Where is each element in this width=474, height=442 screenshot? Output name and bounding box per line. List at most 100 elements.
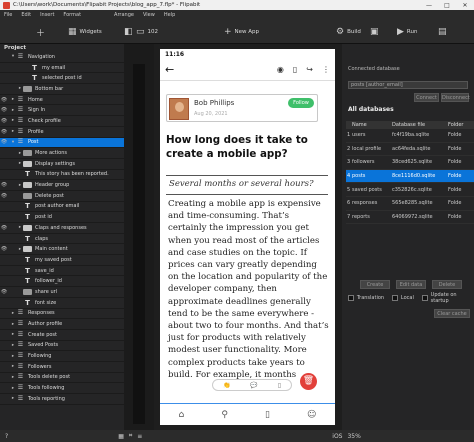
visibility-icon[interactable]: 👁: [0, 118, 8, 124]
tree-item[interactable]: ▸ More actions: [0, 148, 124, 159]
more-icon[interactable]: ⋮: [322, 65, 330, 74]
panels-button[interactable]: ▤: [438, 24, 450, 40]
tree-item[interactable]: ▸ Display settings: [0, 159, 124, 170]
layout-toggle-button[interactable]: ◧: [124, 24, 136, 40]
comment-icon[interactable]: 💬: [250, 382, 257, 389]
snap-icon[interactable]: ⌗: [129, 432, 132, 440]
tree-item[interactable]: 👁 ▸ Header group: [0, 180, 124, 191]
menu-file[interactable]: File: [4, 12, 12, 18]
bookmark-small-icon[interactable]: ▯: [278, 382, 281, 389]
play-icon[interactable]: ◉: [277, 65, 284, 74]
tree-item[interactable]: Tpost author email: [0, 202, 124, 213]
table-row[interactable]: 3 followers 38ced625.sqlite Folde: [346, 156, 474, 170]
author-name[interactable]: Bob Phillips: [194, 99, 234, 107]
menu-format[interactable]: Format: [63, 12, 81, 18]
tree-item[interactable]: 👁 ▸ Main content: [0, 244, 124, 256]
visibility-icon[interactable]: 👁: [0, 289, 8, 295]
tree-item[interactable]: ▸ Bottom bar: [0, 84, 124, 95]
tree-item[interactable]: ▸ ☰ Responses: [0, 309, 124, 320]
table-row[interactable]: 2 local profile ac64feda.sqlite Folde: [346, 143, 474, 157]
close-button[interactable]: ✕: [456, 2, 474, 9]
zoom-value[interactable]: 35%: [347, 433, 360, 440]
run-button[interactable]: ▶ Run: [397, 24, 417, 40]
local-checkbox[interactable]: [392, 295, 398, 301]
align-icon[interactable]: ≡: [137, 433, 142, 440]
sql-input[interactable]: posts [author_email]: [348, 81, 468, 89]
tree-item[interactable]: 👁 share url: [0, 287, 124, 298]
tree-item[interactable]: ▸ ☰ Tools delete post: [0, 373, 124, 384]
visibility-icon[interactable]: 👁: [0, 97, 8, 103]
bookmark-icon[interactable]: ▯: [293, 65, 297, 74]
tree-item[interactable]: 👁 ▸ ☰ Profile: [0, 127, 124, 138]
tree-item[interactable]: ▸ ☰ Following: [0, 351, 124, 362]
visibility-icon[interactable]: 👁: [0, 107, 8, 113]
tree-item[interactable]: 👁 ▸ ☰ Sign In: [0, 105, 124, 117]
tree-item[interactable]: ▸ ☰ Create post: [0, 330, 124, 341]
tree-item[interactable]: ▸ ☰ Tools following: [0, 383, 124, 394]
tree-item[interactable]: 👁 ▸ ☰ Home: [0, 95, 124, 106]
table-row[interactable]: 6 responses 565e8285.sqlite Folde: [346, 197, 474, 211]
table-row[interactable]: 1 users fc4f19ba.sqlite Folde: [346, 129, 474, 143]
rail-scrollbar[interactable]: [133, 64, 145, 424]
table-row[interactable]: 4 posts 8ce1116d0.sqlite Folde: [346, 169, 474, 184]
grid-icon[interactable]: ▦: [118, 433, 124, 440]
share-icon[interactable]: ↪: [306, 65, 313, 74]
visibility-icon[interactable]: 👁: [0, 139, 8, 145]
new-app-button[interactable]: + New App: [224, 24, 259, 40]
follow-button[interactable]: Follow: [288, 98, 314, 108]
tree-item[interactable]: Tsave_id: [0, 266, 124, 277]
add-page-button[interactable]: ＋: [36, 24, 48, 40]
bookmarks-icon[interactable]: ▯: [265, 410, 270, 420]
tree-item[interactable]: ▾ ☰ Navigation: [0, 52, 124, 63]
tree-item[interactable]: 👁 ▸ ☰ Check profile: [0, 116, 124, 127]
connect-button[interactable]: Connect: [414, 93, 439, 102]
tree-item[interactable]: 👁 ▸ Claps and responses: [0, 223, 124, 234]
delete-button[interactable]: Delete: [432, 280, 462, 289]
menu-edit[interactable]: Edit: [21, 12, 31, 18]
update-startup-checkbox[interactable]: [421, 295, 428, 301]
tree-item[interactable]: ▸ ☰ Tools reporting: [0, 394, 124, 405]
tree-item[interactable]: 👁 ▾ ☰ Post: [0, 137, 124, 149]
widgets-button[interactable]: ▦ Widgets: [68, 24, 102, 40]
create-button[interactable]: Create: [360, 280, 390, 289]
tree-item[interactable]: ▸ ☰ Followers: [0, 362, 124, 373]
clap-icon[interactable]: 👏: [223, 382, 230, 389]
tree-item[interactable]: Tselected post id: [0, 73, 124, 85]
menu-help[interactable]: Help: [164, 12, 175, 18]
table-row[interactable]: 7 reports 64069972.sqlite Folde: [346, 211, 474, 225]
back-arrow-icon[interactable]: ←: [165, 63, 268, 76]
clear-cache-button[interactable]: Clear cache: [434, 309, 470, 318]
home-icon[interactable]: ⌂: [179, 410, 185, 420]
disconnect-button[interactable]: Disconnect: [441, 93, 470, 102]
tree-item[interactable]: ▸ ☰ Saved Posts: [0, 341, 124, 352]
menu-arrange[interactable]: Arrange: [114, 12, 134, 18]
tree-item[interactable]: Tmy email: [0, 63, 124, 74]
tree-item[interactable]: Tfont size: [0, 298, 124, 309]
menu-view[interactable]: View: [143, 12, 155, 18]
maximize-button[interactable]: □: [438, 2, 456, 9]
tree-item[interactable]: ▸ ☰ Author profile: [0, 319, 124, 330]
tree-item[interactable]: T This story has been reported.: [0, 170, 124, 181]
translation-checkbox[interactable]: [348, 295, 354, 301]
avatar[interactable]: [169, 98, 189, 120]
visibility-icon[interactable]: 👁: [0, 129, 8, 135]
help-icon[interactable]: ?: [5, 433, 8, 440]
tree-item[interactable]: 👁 Delete post: [0, 191, 124, 202]
os-label[interactable]: iOS: [332, 433, 342, 440]
edit-data-button[interactable]: Edit data: [396, 280, 426, 289]
minimize-button[interactable]: —: [420, 2, 438, 9]
visibility-icon[interactable]: 👁: [0, 193, 8, 199]
tree-item[interactable]: Tfollower_id: [0, 276, 124, 288]
visibility-icon[interactable]: 👁: [0, 225, 8, 231]
tree-item[interactable]: Tmy saved post: [0, 255, 124, 266]
menu-insert[interactable]: Insert: [40, 12, 54, 18]
build-button[interactable]: ⚙ Build: [336, 24, 361, 40]
tree-item[interactable]: Tpost id: [0, 212, 124, 223]
tree-item[interactable]: Tclaps: [0, 234, 124, 245]
profile-icon[interactable]: ☺: [307, 410, 316, 420]
visibility-icon[interactable]: 👁: [0, 246, 8, 252]
device-button[interactable]: ▣: [370, 24, 382, 40]
search-icon[interactable]: ⚲: [221, 410, 228, 420]
visibility-icon[interactable]: 👁: [0, 182, 8, 188]
table-row[interactable]: 5 saved posts c352826c.sqlite Folde: [346, 183, 474, 197]
